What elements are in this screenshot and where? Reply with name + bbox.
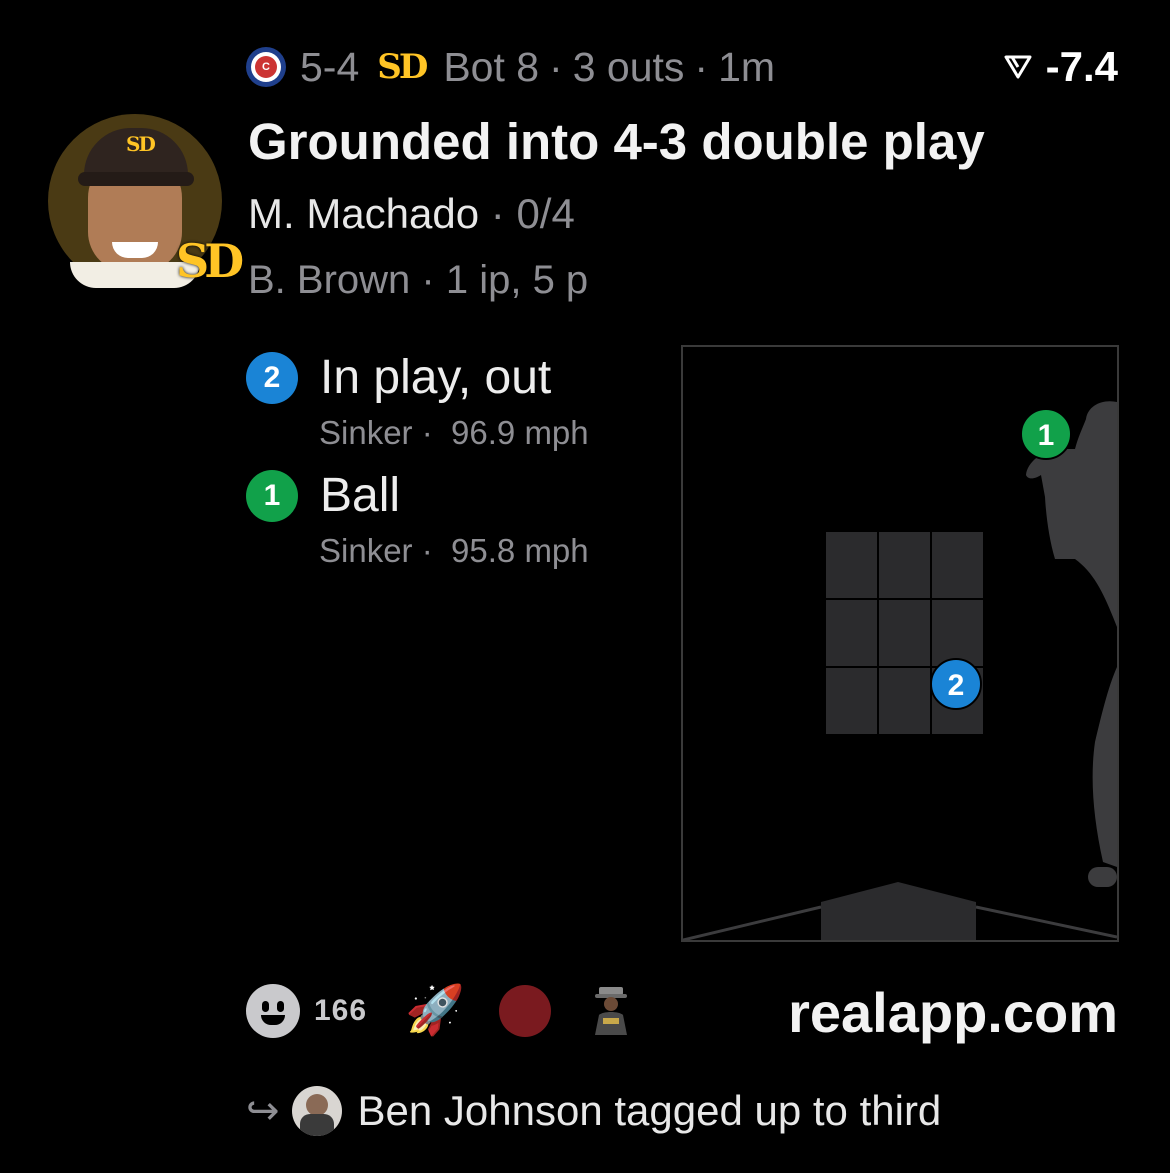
reply-text: Ben Johnson tagged up to third xyxy=(357,1087,942,1134)
trend-triangle-icon xyxy=(1004,55,1032,79)
pitch-item[interactable]: 2 In play, out Sinker · 96.9 mph xyxy=(246,351,589,451)
time-ago: 1m xyxy=(718,43,776,90)
brand-link[interactable]: realapp.com xyxy=(788,980,1118,1045)
batter-name: M. Machado xyxy=(248,190,480,237)
pitch-marker-1: 1 xyxy=(1020,408,1072,460)
padres-logo-icon: SD xyxy=(377,47,428,87)
strike-zone-graphic: 1 2 xyxy=(683,401,1117,940)
pitch-detail: Sinker · 95.8 mph xyxy=(319,532,589,569)
reply-line[interactable]: ↪ Ben Johnson tagged up to third xyxy=(246,1084,941,1138)
win-probability-delta[interactable]: -7.4 xyxy=(1004,40,1118,94)
delta-value: -7.4 xyxy=(1045,43,1118,90)
rocket-reaction-icon[interactable]: 🚀 xyxy=(405,984,465,1038)
pitch-item[interactable]: 1 Ball Sinker · 95.8 mph xyxy=(246,469,589,569)
reply-avatar xyxy=(291,1086,342,1136)
red-circle-reaction-icon[interactable] xyxy=(498,985,551,1037)
separator-dot: · xyxy=(694,43,709,90)
person-reaction-icon[interactable] xyxy=(585,985,637,1037)
score: 5-4 xyxy=(300,43,360,90)
smiley-face-icon[interactable] xyxy=(246,984,300,1038)
play-title: Grounded into 4-3 double play xyxy=(248,113,985,170)
svg-text:1: 1 xyxy=(1038,419,1055,452)
pitch-number-badge: 1 xyxy=(246,470,298,522)
cubs-logo-icon: C xyxy=(246,47,286,87)
batter-stat: 0/4 xyxy=(516,190,575,237)
reactions-bar: 166 🚀 xyxy=(246,984,637,1038)
pitch-marker-2: 2 xyxy=(930,658,982,710)
game-status-line: C 5-4 SD Bot 8 · 3 outs · 1m xyxy=(246,40,775,94)
pitch-result: Ball xyxy=(320,469,401,522)
strike-zone-panel: 1 2 xyxy=(681,345,1119,942)
pitch-number-badge: 2 xyxy=(246,352,298,404)
batter-line[interactable]: M. Machado · 0/4 xyxy=(248,190,575,238)
pitcher-line[interactable]: B. Brown · 1 ip, 5 p xyxy=(248,258,588,303)
separator-dot: · xyxy=(549,43,563,90)
padres-badge-icon: SD xyxy=(176,234,244,288)
reaction-count: 166 xyxy=(314,994,368,1027)
outs: 3 outs xyxy=(572,43,685,90)
batter-silhouette xyxy=(1026,401,1117,887)
reply-arrow-icon: ↪ xyxy=(246,1089,280,1133)
pitch-result: In play, out xyxy=(320,351,552,404)
home-plate xyxy=(821,882,976,940)
svg-text:2: 2 xyxy=(948,669,965,702)
cap-logo: SD xyxy=(126,132,156,156)
inning: Bot 8 xyxy=(443,43,540,90)
pitch-detail: Sinker · 96.9 mph xyxy=(319,414,589,451)
pitcher-name: B. Brown xyxy=(248,258,411,302)
pitcher-stat: 1 ip, 5 p xyxy=(445,258,589,302)
